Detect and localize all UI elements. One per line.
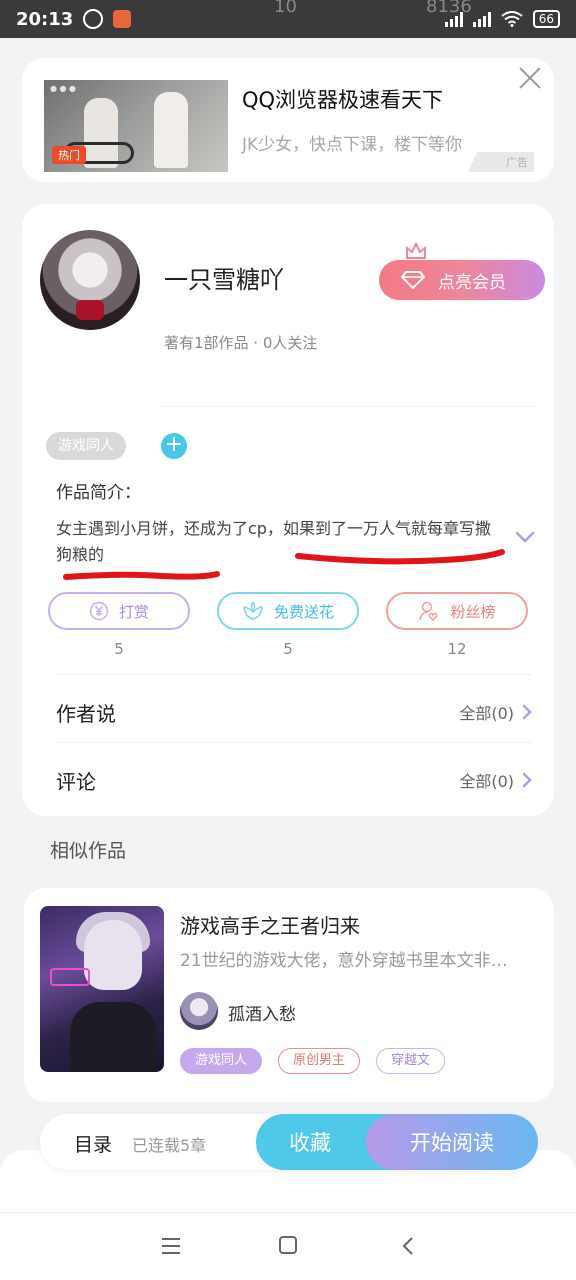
- home-icon[interactable]: [276, 1233, 302, 1259]
- divider: [56, 674, 532, 675]
- bottom-action-bar: 目录 已连载5章 收藏 开始阅读: [40, 1114, 538, 1170]
- behind-overlay-count-2: 8136: [426, 0, 472, 17]
- red-underline-scribble: [63, 571, 220, 580]
- chevron-right-icon: [522, 704, 532, 720]
- toc-button[interactable]: 目录: [74, 1130, 112, 1157]
- close-icon[interactable]: [516, 64, 544, 92]
- hot-badge: 热门: [52, 146, 86, 164]
- divider: [56, 742, 532, 743]
- book-cover[interactable]: [40, 906, 164, 1072]
- work-tag[interactable]: 游戏同人: [46, 432, 126, 460]
- comments-title: 评论: [56, 769, 96, 794]
- similar-book-card[interactable]: 游戏高手之王者归来 21世纪的游戏大佬，意外穿越书里本文非… 孤酒入愁 游戏同人…: [24, 888, 554, 1102]
- system-nav-bar: [0, 1212, 576, 1280]
- yuan-coin-icon: [89, 601, 109, 621]
- flower-count: 5: [283, 640, 293, 658]
- ad-badge-label: 广告: [506, 156, 528, 169]
- collect-label: 收藏: [289, 1131, 331, 1155]
- ad-badge: 广告: [468, 152, 534, 172]
- book-title[interactable]: 游戏高手之王者归来: [180, 910, 360, 939]
- chevron-down-icon[interactable]: [515, 530, 535, 544]
- diamond-icon: [401, 271, 425, 289]
- ad-card[interactable]: ● ● ● 热门 QQ浏览器极速看天下 JK少女，快点下课，楼下等你 广告: [22, 58, 554, 182]
- ad-title[interactable]: QQ浏览器极速看天下: [242, 84, 443, 114]
- comments-all[interactable]: 全部(0): [459, 768, 532, 792]
- fans-rank-button[interactable]: 粉丝榜: [386, 592, 528, 630]
- vip-button-label: 点亮会员: [438, 272, 506, 293]
- fans-count: 12: [447, 640, 467, 658]
- wifi-icon: [501, 11, 523, 27]
- chevron-right-icon: [522, 772, 532, 788]
- author-stats: 著有1部作品 · 0人关注: [164, 334, 318, 352]
- send-flower-label: 免费送花: [273, 602, 334, 621]
- start-reading-label: 开始阅读: [410, 1131, 494, 1155]
- alarm-icon: [83, 9, 104, 29]
- vip-button[interactable]: 点亮会员: [379, 260, 545, 300]
- menu-icon[interactable]: [158, 1233, 184, 1259]
- comments-row[interactable]: 评论 全部(0): [56, 760, 532, 800]
- book-author-avatar: [180, 992, 218, 1030]
- work-info-card: 一只雪糖吖 点亮会员 著有1部作品 · 0人关注 游戏同人 + 作品简介： 女主…: [22, 204, 554, 816]
- ad-subtitle: JK少女，快点下课，楼下等你: [242, 135, 463, 155]
- reward-label: 打赏: [118, 602, 149, 621]
- book-tag[interactable]: 原创男主: [278, 1048, 361, 1074]
- author-avatar[interactable]: [40, 230, 140, 330]
- ad-logo-mark: ● ● ●: [50, 84, 77, 93]
- book-description: 21世纪的游戏大佬，意外穿越书里本文非…: [180, 951, 508, 971]
- author-name[interactable]: 一只雪糖吖: [164, 260, 284, 295]
- fan-user-icon: [419, 601, 439, 622]
- signal-icon-2: [472, 11, 491, 27]
- intro-label: 作品简介：: [56, 483, 141, 503]
- status-time: 20:13: [16, 8, 74, 30]
- behind-overlay-count: 10: [274, 0, 297, 17]
- ad-figure-right: [154, 92, 188, 168]
- add-tag-button[interactable]: +: [161, 433, 187, 459]
- back-icon[interactable]: [396, 1233, 422, 1259]
- book-tag[interactable]: 穿越文: [376, 1048, 446, 1074]
- author-says-all-label: 全部(0): [459, 704, 514, 723]
- ad-image[interactable]: ● ● ● 热门: [44, 80, 228, 172]
- reward-button[interactable]: 打赏: [48, 592, 190, 630]
- app-notification-icon: [113, 10, 132, 28]
- divider: [160, 406, 536, 407]
- battery-icon: 66: [532, 10, 560, 28]
- status-bar: 20:13 10 8136 66: [0, 0, 576, 38]
- comments-all-label: 全部(0): [459, 772, 514, 791]
- fans-rank-label: 粉丝榜: [450, 602, 496, 621]
- flower-icon: [243, 601, 263, 620]
- send-flower-button[interactable]: 免费送花: [217, 592, 359, 630]
- reward-count: 5: [114, 640, 124, 658]
- serial-status: 已连载5章: [132, 1136, 207, 1155]
- author-says-all[interactable]: 全部(0): [459, 700, 532, 724]
- author-says-title: 作者说: [56, 701, 116, 726]
- book-tag[interactable]: 游戏同人: [180, 1048, 263, 1074]
- similar-works-title: 相似作品: [50, 840, 127, 862]
- start-reading-button[interactable]: 开始阅读: [366, 1114, 538, 1170]
- book-author-name: 孤酒入愁: [228, 1005, 296, 1025]
- author-says-row[interactable]: 作者说 全部(0): [56, 692, 532, 732]
- crown-icon: [406, 242, 426, 259]
- intro-text: 女主遇到小月饼，还成为了cp，如果到了一万人气就每章写撒狗粮的: [56, 519, 491, 564]
